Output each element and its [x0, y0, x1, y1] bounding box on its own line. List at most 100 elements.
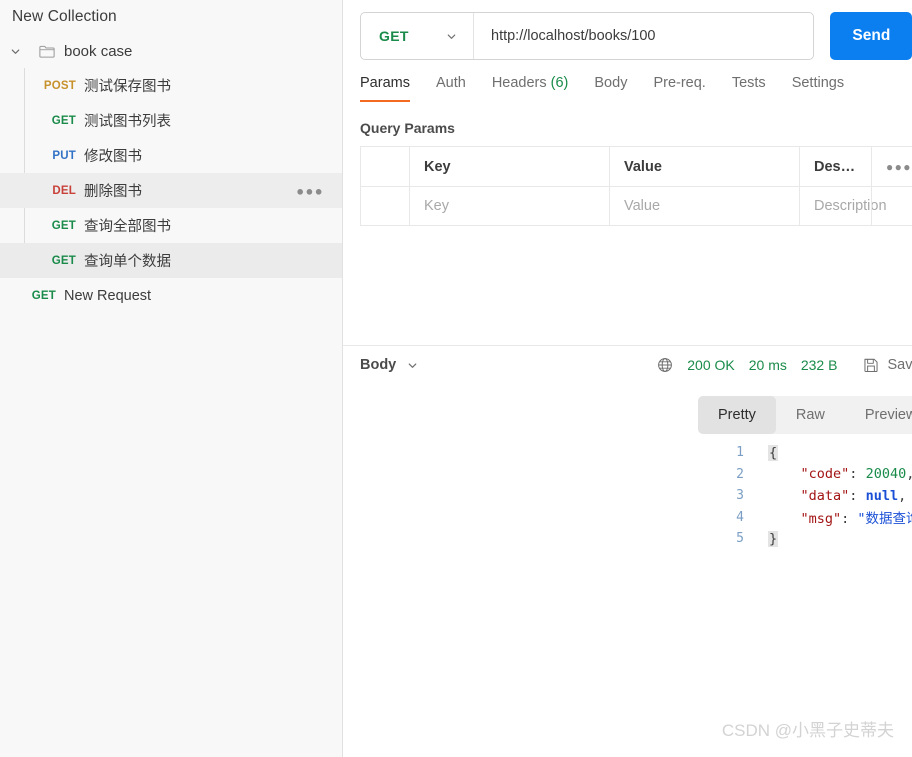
response-view-tabs: PrettyRawPreviewVisualize JSON	[698, 396, 912, 434]
request-method-label: GET	[51, 254, 76, 267]
code-text: }	[768, 530, 779, 547]
status-badge: 200 OK	[687, 357, 735, 373]
request-method-label: DEL	[52, 184, 76, 197]
code-line: 4 "msg": "数据查询失败，请重试！"	[718, 507, 912, 529]
folder-name: book case	[64, 42, 133, 60]
response-tab-preview[interactable]: Preview	[845, 396, 912, 434]
code-token: "data"	[800, 487, 850, 504]
response-body-code[interactable]: 1{2 "code": 20040,3 "data": null,4 "msg"…	[718, 442, 912, 757]
response-body-dropdown[interactable]: Body	[360, 357, 419, 373]
list-item-request[interactable]: PUT 修改图书	[0, 138, 342, 173]
folder-row-book-case[interactable]: book case	[0, 34, 342, 68]
save-as-example-button[interactable]: Save as example	[863, 357, 912, 373]
code-text: "code": 20040,	[768, 466, 912, 482]
tab-label: Params	[360, 75, 410, 91]
response-size: 232 B	[800, 357, 838, 373]
url-box: GET	[360, 12, 815, 60]
request-name-label: 测试保存图书	[84, 79, 171, 95]
code-token: "code"	[800, 466, 850, 483]
tab-label: Auth	[435, 75, 466, 91]
line-number: 5	[736, 531, 744, 547]
send-button[interactable]: Send	[830, 12, 912, 60]
request-name-label: 删除图书	[84, 184, 142, 200]
line-number: 1	[736, 445, 744, 461]
request-name-label: 修改图书	[84, 149, 142, 165]
method-dropdown[interactable]: GET	[361, 13, 474, 59]
description-input[interactable]: Description	[799, 186, 887, 226]
list-item-request[interactable]: POST 测试保存图书	[0, 68, 342, 103]
tab-settings[interactable]: Settings	[792, 75, 844, 102]
tab-tests[interactable]: Tests	[732, 75, 766, 102]
response-tab-pretty[interactable]: Pretty	[698, 396, 776, 434]
code-line: 5}	[718, 528, 912, 550]
code-token: "数据查询失败，请重试！"	[857, 511, 912, 528]
code-token: :	[841, 511, 858, 528]
chevron-down-icon	[445, 30, 458, 43]
table-header-row: Key Value Des… ●●● Bulk Edit	[360, 146, 912, 186]
request-name-label: 查询单个数据	[84, 254, 171, 270]
url-input[interactable]	[474, 13, 814, 59]
code-line: 2 "code": 20040,	[718, 464, 912, 486]
list-item-request[interactable]: DEL 删除图书 ●●●	[0, 173, 342, 208]
list-item-request[interactable]: GET 查询单个数据	[0, 243, 342, 278]
response-format-segmented: PrettyRawPreviewVisualize	[698, 396, 912, 434]
chevron-down-icon[interactable]	[4, 40, 26, 62]
method-value: GET	[379, 28, 409, 44]
tab-headers[interactable]: Headers (6)	[492, 75, 569, 102]
code-token: :	[849, 487, 866, 504]
response-divider	[343, 345, 912, 346]
watermark: CSDN @小黑子史蒂夫	[721, 721, 894, 740]
response-body-label: Body	[360, 357, 397, 373]
list-item-new-request[interactable]: GET New Request	[0, 278, 342, 313]
tab-prereq[interactable]: Pre-req.	[653, 75, 705, 102]
code-text: {	[768, 444, 779, 461]
collection-title: New Collection	[12, 8, 117, 25]
line-number: 3	[736, 488, 744, 504]
tab-label: Tests	[731, 75, 766, 91]
code-token: "msg"	[800, 511, 842, 528]
code-token: ,	[898, 487, 907, 504]
request-method-label: POST	[43, 79, 76, 92]
code-text: "msg": "数据查询失败，请重试！"	[768, 507, 912, 527]
floppy-disk-icon	[863, 357, 879, 373]
header-cell-description: Des…	[799, 146, 871, 186]
headers-count-badge: (6)	[550, 75, 569, 91]
chevron-down-icon	[406, 359, 419, 372]
row-cell-more	[871, 186, 912, 226]
code-token: }	[768, 530, 779, 547]
tab-label: Settings	[791, 75, 845, 91]
tab-body[interactable]: Body	[594, 75, 627, 102]
tab-label: Headers	[491, 75, 547, 91]
ellipsis-icon[interactable]: ●●●	[871, 146, 912, 186]
params-table: Key Value Des… ●●● Bulk Edit Key Value D…	[360, 146, 912, 226]
list-item-request[interactable]: GET 查询全部图书	[0, 208, 342, 243]
list-item-request[interactable]: GET 测试图书列表	[0, 103, 342, 138]
sidebar: New Collection book case POST 测试保存图书 GET 测试…	[0, 0, 343, 757]
request-method-label: GET	[51, 219, 76, 232]
request-name-label: New Request	[64, 287, 152, 304]
ellipsis-icon[interactable]: ●●●	[296, 184, 324, 197]
tab-label: Pre-req.	[653, 75, 706, 91]
tab-auth[interactable]: Auth	[436, 75, 466, 102]
key-input[interactable]: Key	[409, 186, 609, 226]
code-line: 3 "data": null,	[718, 485, 912, 507]
header-cell-checkbox	[360, 146, 409, 186]
request-name-label: 查询全部图书	[84, 219, 171, 235]
tab-params[interactable]: Params	[360, 75, 410, 102]
header-cell-key: Key	[409, 146, 609, 186]
value-input[interactable]: Value	[609, 186, 799, 226]
response-stats: 200 OK 20 ms 232 B Save as example	[657, 357, 912, 373]
request-list: POST 测试保存图书 GET 测试图书列表 PUT 修改图书 DEL 删除图书 ●●● GET 查…	[0, 68, 342, 278]
folder-icon	[36, 40, 58, 62]
code-text: "data": null,	[768, 487, 907, 504]
main-panel: GET Send Params Auth Headers (6) Body Pre-re…	[343, 0, 912, 757]
code-line: 1{	[718, 442, 912, 464]
row-cell-checkbox[interactable]	[360, 186, 409, 226]
url-bar: GET Send	[343, 0, 912, 60]
response-tab-raw[interactable]: Raw	[776, 396, 845, 434]
tab-label: Body	[594, 75, 628, 91]
response-meta-bar: Body 200 OK 20 ms 232 B Sav	[360, 352, 912, 378]
